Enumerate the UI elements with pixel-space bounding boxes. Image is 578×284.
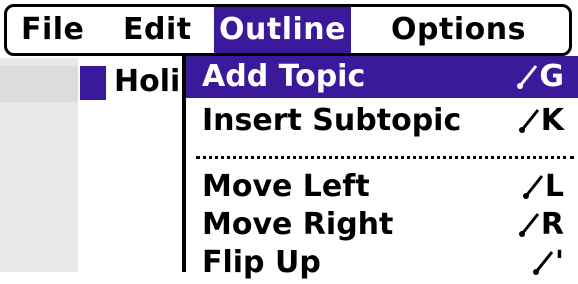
outline-topic-text[interactable]: Holi (114, 60, 184, 104)
menu-edit[interactable]: Edit (123, 10, 192, 50)
graffiti-command-stroke-icon (532, 251, 553, 275)
outline-dropdown-menu: Add Topic G Insert Subtopic K Move Left (182, 56, 578, 280)
menu-bar: File Edit Outline Options (4, 4, 572, 56)
menu-item-move-right[interactable]: Move Right R (186, 204, 578, 246)
shortcut: G (515, 56, 564, 98)
menu-outline[interactable]: Outline (214, 7, 351, 53)
shortcut-letter: ' (554, 245, 564, 280)
shortcut-letter: K (540, 103, 564, 138)
menu-file[interactable]: File (21, 10, 84, 50)
shortcut-letter: R (540, 207, 564, 242)
menu-item-add-topic[interactable]: Add Topic G (186, 56, 578, 98)
menu-item-insert-subtopic[interactable]: Insert Subtopic K (186, 100, 578, 142)
shortcut-letter: L (544, 169, 564, 204)
menu-item-flip-up[interactable]: Flip Up ' (186, 242, 578, 284)
shortcut: R (517, 204, 564, 246)
menu-options[interactable]: Options (391, 10, 526, 50)
menu-item-label: Flip Up (202, 245, 321, 280)
menu-item-label: Add Topic (202, 59, 366, 94)
graffiti-command-stroke-icon (518, 109, 539, 133)
menu-divider (196, 156, 574, 159)
outline-node-marker[interactable] (80, 66, 106, 100)
menu-item-label: Move Right (202, 207, 394, 242)
shortcut: L (521, 166, 564, 208)
selected-row-gutter (0, 66, 78, 102)
menu-item-move-left[interactable]: Move Left L (186, 166, 578, 208)
graffiti-command-stroke-icon (522, 175, 544, 199)
graffiti-command-stroke-icon (517, 65, 538, 89)
outline-gutter (0, 58, 78, 272)
menu-item-label: Move Left (202, 169, 370, 204)
menu-item-label: Insert Subtopic (202, 103, 462, 138)
shortcut-letter: G (539, 59, 564, 94)
graffiti-command-stroke-icon (518, 213, 540, 237)
shortcut: ' (531, 242, 564, 284)
shortcut: K (517, 100, 564, 142)
